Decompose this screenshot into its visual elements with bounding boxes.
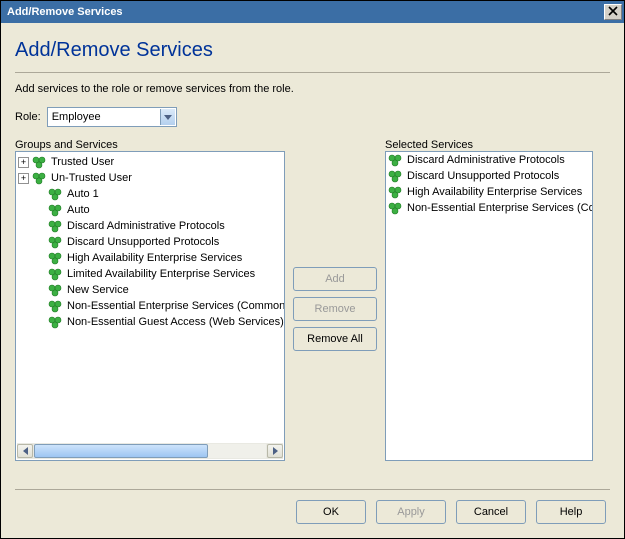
tree-item[interactable]: Discard Unsupported Protocols bbox=[18, 234, 284, 250]
role-row: Role: Employee bbox=[15, 107, 610, 127]
scroll-right-button[interactable] bbox=[267, 444, 283, 458]
list-item-label: Discard Administrative Protocols bbox=[405, 154, 567, 166]
remove-all-button[interactable]: Remove All bbox=[293, 327, 377, 351]
apply-button[interactable]: Apply bbox=[376, 500, 446, 524]
list-item-label: Non-Essential Enterprise Services (Co... bbox=[405, 202, 592, 214]
page-description: Add services to the role or remove servi… bbox=[15, 83, 610, 95]
tree-item-label: New Service bbox=[65, 284, 131, 296]
tree-item[interactable]: Auto bbox=[18, 202, 284, 218]
tree-item[interactable]: Limited Availability Enterprise Services bbox=[18, 266, 284, 282]
tree-item-label: Discard Unsupported Protocols bbox=[65, 236, 221, 248]
tree-item[interactable]: + Trusted User bbox=[18, 154, 284, 170]
service-icon bbox=[32, 155, 46, 169]
list-item-label: High Availability Enterprise Services bbox=[405, 186, 584, 198]
tree-item-label: Non-Essential Guest Access (Web Services… bbox=[65, 316, 284, 328]
groups-services-tree[interactable]: + Trusted User + Un-Trusted User Auto 1 Auto D… bbox=[15, 151, 285, 461]
list-item[interactable]: Non-Essential Enterprise Services (Co... bbox=[386, 200, 592, 216]
service-icon bbox=[388, 153, 402, 167]
transfer-buttons: Add Remove Remove All bbox=[285, 151, 385, 483]
service-icon bbox=[48, 299, 62, 313]
divider bbox=[15, 72, 610, 73]
remove-button[interactable]: Remove bbox=[293, 297, 377, 321]
role-select[interactable]: Employee bbox=[47, 107, 177, 127]
footer-buttons: OK Apply Cancel Help bbox=[15, 490, 610, 528]
panes: + Trusted User + Un-Trusted User Auto 1 Auto D… bbox=[15, 151, 610, 483]
left-panel-label: Groups and Services bbox=[15, 139, 285, 151]
tree-item[interactable]: New Service bbox=[18, 282, 284, 298]
tree-item[interactable]: Non-Essential Guest Access (Web Services… bbox=[18, 314, 284, 330]
list-item-label: Discard Unsupported Protocols bbox=[405, 170, 561, 182]
page-title: Add/Remove Services bbox=[15, 39, 610, 62]
add-button[interactable]: Add bbox=[293, 267, 377, 291]
service-icon bbox=[388, 185, 402, 199]
service-icon bbox=[48, 203, 62, 217]
service-icon bbox=[48, 219, 62, 233]
service-icon bbox=[48, 187, 62, 201]
tree-item[interactable]: High Availability Enterprise Services bbox=[18, 250, 284, 266]
tree-item-label: Limited Availability Enterprise Services bbox=[65, 268, 257, 280]
service-icon bbox=[48, 267, 62, 281]
expand-toggle[interactable]: + bbox=[18, 173, 29, 184]
tree-item-label: Auto bbox=[65, 204, 92, 216]
titlebar: Add/Remove Services bbox=[1, 1, 624, 23]
tree-item-label: Un-Trusted User bbox=[49, 172, 134, 184]
service-icon bbox=[48, 251, 62, 265]
role-label: Role: bbox=[15, 111, 41, 123]
service-icon bbox=[388, 169, 402, 183]
service-icon bbox=[48, 283, 62, 297]
tree-item[interactable]: Auto 1 bbox=[18, 186, 284, 202]
list-item[interactable]: Discard Unsupported Protocols bbox=[386, 168, 592, 184]
service-icon bbox=[48, 235, 62, 249]
cancel-button[interactable]: Cancel bbox=[456, 500, 526, 524]
close-icon bbox=[608, 6, 618, 19]
selected-services-list[interactable]: Discard Administrative Protocols Discard … bbox=[385, 151, 593, 461]
tree-item[interactable]: Discard Administrative Protocols bbox=[18, 218, 284, 234]
list-item[interactable]: High Availability Enterprise Services bbox=[386, 184, 592, 200]
scroll-left-button[interactable] bbox=[17, 444, 33, 458]
service-icon bbox=[32, 171, 46, 185]
window-title: Add/Remove Services bbox=[7, 6, 604, 18]
ok-button[interactable]: OK bbox=[296, 500, 366, 524]
panel-labels: Groups and Services Selected Services bbox=[15, 139, 610, 151]
tree-item[interactable]: + Un-Trusted User bbox=[18, 170, 284, 186]
scroll-thumb[interactable] bbox=[34, 444, 208, 458]
chevron-down-icon bbox=[160, 109, 175, 125]
scroll-track[interactable] bbox=[34, 444, 266, 458]
dialog-window: Add/Remove Services Add/Remove Services … bbox=[0, 0, 625, 539]
service-icon bbox=[48, 315, 62, 329]
help-button[interactable]: Help bbox=[536, 500, 606, 524]
tree-item-label: Non-Essential Enterprise Services (Commo… bbox=[65, 300, 284, 312]
horizontal-scrollbar[interactable] bbox=[17, 443, 283, 459]
list-item[interactable]: Discard Administrative Protocols bbox=[386, 152, 592, 168]
tree-item[interactable]: Non-Essential Enterprise Services (Commo… bbox=[18, 298, 284, 314]
dialog-body: Add/Remove Services Add services to the … bbox=[1, 23, 624, 538]
tree-item-label: Discard Administrative Protocols bbox=[65, 220, 227, 232]
role-select-value: Employee bbox=[52, 111, 101, 123]
close-button[interactable] bbox=[604, 4, 622, 20]
expand-toggle[interactable]: + bbox=[18, 157, 29, 168]
tree-item-label: Auto 1 bbox=[65, 188, 101, 200]
tree-item-label: High Availability Enterprise Services bbox=[65, 252, 244, 264]
right-panel-label: Selected Services bbox=[385, 139, 473, 151]
service-icon bbox=[388, 201, 402, 215]
tree-item-label: Trusted User bbox=[49, 156, 116, 168]
